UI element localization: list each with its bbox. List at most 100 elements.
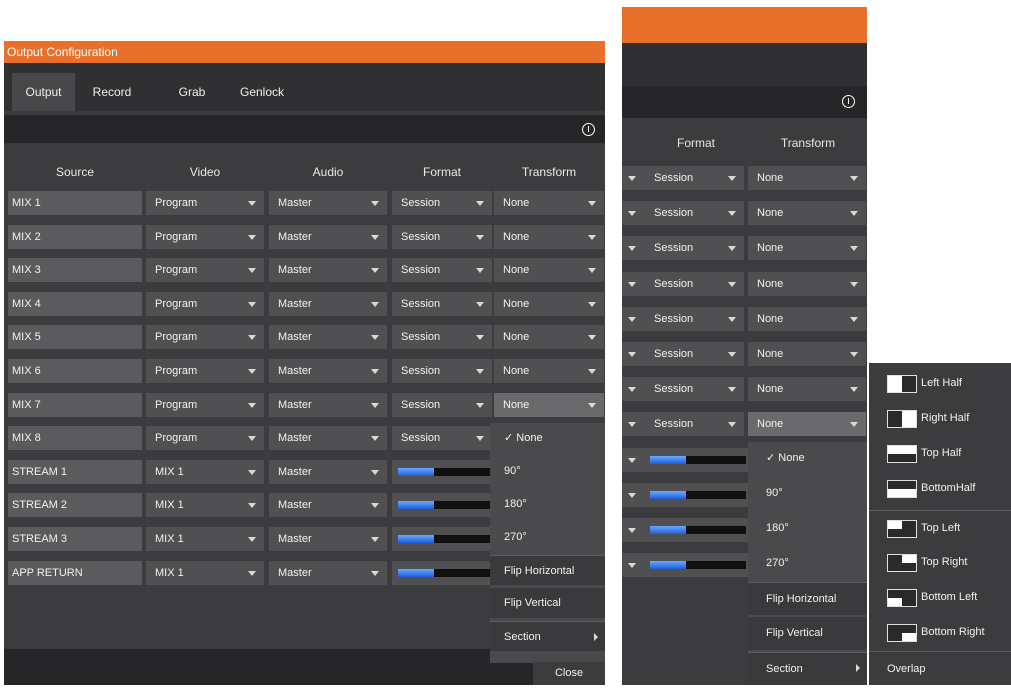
video-dropdown[interactable]: MIX 1 <box>146 459 264 484</box>
dropdown-arrow-icon <box>248 537 256 542</box>
transform-dropdown[interactable]: None <box>494 291 604 316</box>
audio-dropdown[interactable]: Master <box>269 493 387 518</box>
chevron-right-icon <box>594 633 598 641</box>
format-dropdown[interactable]: Session <box>622 412 744 437</box>
section-menu-item[interactable]: Bottom Left <box>869 580 1011 616</box>
audio-dropdown[interactable]: Master <box>269 291 387 316</box>
format-dropdown[interactable]: Session <box>622 377 744 402</box>
info-icon[interactable] <box>582 123 595 136</box>
transform-dropdown[interactable]: None <box>494 258 604 283</box>
audio-dropdown[interactable]: Master <box>269 459 387 484</box>
format-dropdown[interactable]: Session <box>392 325 492 350</box>
section-menu-item[interactable]: Left Half <box>869 366 1011 402</box>
transform-menu-item[interactable]: 90° <box>748 477 867 510</box>
format-dropdown[interactable]: Session <box>392 258 492 283</box>
info-icon[interactable] <box>842 95 855 108</box>
transform-dropdown[interactable]: None <box>748 342 866 366</box>
format-dropdown[interactable]: Session <box>392 291 492 316</box>
transform-dropdown[interactable]: None <box>494 392 604 417</box>
video-dropdown[interactable]: Program <box>146 258 264 283</box>
audio-dropdown[interactable]: Master <box>269 426 387 451</box>
dropdown-arrow-icon <box>850 211 858 217</box>
video-dropdown[interactable]: MIX 1 <box>146 493 264 518</box>
video-dropdown[interactable]: Program <box>146 224 264 249</box>
transform-dropdown[interactable]: None <box>748 271 866 296</box>
transform-dropdown[interactable]: None <box>494 359 604 383</box>
audio-dropdown[interactable]: Master <box>269 560 387 585</box>
video-dropdown[interactable]: MIX 1 <box>146 560 264 585</box>
row-label: MIX 1 <box>8 191 142 215</box>
transform-dropdown[interactable]: None <box>494 224 604 249</box>
section-menu-item[interactable]: Top Left <box>869 510 1011 547</box>
tab-grab[interactable]: Grab <box>162 73 222 111</box>
section-menu-item[interactable]: Top Half <box>869 436 1011 472</box>
video-dropdown[interactable]: Program <box>146 392 264 417</box>
output-configuration-window-zoomed: Format Transform Session None Session None S… <box>622 7 867 685</box>
format-dropdown[interactable]: Session <box>622 306 744 331</box>
transform-menu-item[interactable]: 180° <box>490 489 605 519</box>
transform-dropdown[interactable]: None <box>494 191 604 215</box>
format-dropdown[interactable]: Session <box>622 201 744 226</box>
format-dropdown[interactable]: Session <box>622 166 744 190</box>
audio-dropdown[interactable]: Master <box>269 527 387 551</box>
transform-dropdown[interactable]: None <box>494 325 604 350</box>
dropdown-arrow-icon <box>628 176 636 181</box>
video-dropdown[interactable]: Program <box>146 359 264 383</box>
transform-menu-item[interactable]: Flip Vertical <box>490 588 605 618</box>
transform-dropdown[interactable]: None <box>748 236 866 261</box>
transform-dropdown[interactable]: None <box>748 306 866 331</box>
section-menu-item[interactable]: Bottom Right <box>869 615 1011 651</box>
level-track <box>650 455 746 464</box>
format-dropdown[interactable]: Session <box>392 191 492 215</box>
video-dropdown[interactable]: Program <box>146 191 264 215</box>
dropdown-arrow-icon <box>476 268 484 274</box>
format-dropdown[interactable]: Session <box>392 359 492 383</box>
transform-menu-item[interactable]: 270° <box>748 547 867 580</box>
format-dropdown[interactable]: Session <box>622 342 744 366</box>
audio-dropdown[interactable]: Master <box>269 325 387 350</box>
window-title: Output Configuration <box>4 41 605 63</box>
tab-output[interactable]: Output <box>12 73 75 111</box>
section-menu-item[interactable]: Top Right <box>869 545 1011 581</box>
video-dropdown[interactable]: Program <box>146 291 264 316</box>
close-button[interactable]: Close <box>533 662 605 685</box>
video-dropdown[interactable]: MIX 1 <box>146 527 264 551</box>
video-dropdown[interactable]: Program <box>146 426 264 451</box>
video-dropdown[interactable]: Program <box>146 325 264 350</box>
transform-menu-item[interactable]: ✓ None <box>748 442 867 475</box>
transform-menu-item[interactable]: Flip Horizontal <box>490 555 605 585</box>
tab-record[interactable]: Record <box>80 73 144 111</box>
section-menu-item[interactable]: Right Half <box>869 401 1011 437</box>
transform-menu-item[interactable]: Section <box>490 621 605 651</box>
audio-dropdown[interactable]: Master <box>269 258 387 283</box>
transform-dropdown[interactable]: None <box>748 377 866 402</box>
transform-dropdown[interactable]: None <box>748 166 866 190</box>
format-dropdown[interactable]: Session <box>392 224 492 249</box>
format-dropdown[interactable]: Session <box>622 236 744 261</box>
transform-menu-item[interactable]: 90° <box>490 456 605 486</box>
dropdown-arrow-icon <box>628 528 636 533</box>
transform-menu-item[interactable]: 180° <box>748 512 867 545</box>
transform-dropdown-menu: ✓ None 90° 180° 270° Flip Horizontal Flip Ver… <box>490 423 605 663</box>
dropdown-arrow-icon <box>628 457 636 463</box>
tab-genlock[interactable]: Genlock <box>229 73 295 111</box>
format-dropdown[interactable]: Session <box>392 392 492 417</box>
format-dropdown[interactable]: Session <box>392 426 492 451</box>
transform-menu-item[interactable]: 270° <box>490 522 605 552</box>
audio-dropdown[interactable]: Master <box>269 224 387 249</box>
transform-menu-item[interactable]: Flip Horizontal <box>748 582 867 615</box>
format-dropdown[interactable]: Session <box>622 271 744 296</box>
section-menu-item[interactable]: BottomHalf <box>869 471 1011 507</box>
column-header-format: Format <box>422 165 461 179</box>
transform-menu-item[interactable]: Section <box>748 652 867 685</box>
section-menu-item[interactable]: Overlap <box>869 651 1011 688</box>
audio-dropdown[interactable]: Master <box>269 191 387 215</box>
transform-dropdown[interactable]: None <box>748 201 866 226</box>
transform-dropdown[interactable]: None <box>748 412 866 437</box>
transform-menu-item[interactable]: ✓ None <box>490 423 605 453</box>
transform-menu-item[interactable]: Flip Vertical <box>748 617 867 650</box>
dropdown-arrow-icon <box>588 268 596 274</box>
audio-dropdown[interactable]: Master <box>269 392 387 417</box>
row-label: STREAM 2 <box>8 493 142 518</box>
audio-dropdown[interactable]: Master <box>269 359 387 383</box>
